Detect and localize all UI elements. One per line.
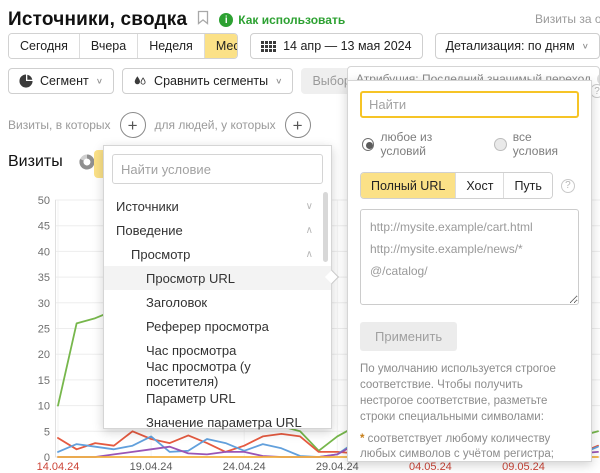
how-to-use-link[interactable]: Как использовать bbox=[238, 13, 345, 27]
symbol-char: * bbox=[360, 433, 364, 445]
svg-text:15: 15 bbox=[38, 375, 50, 387]
condition-item-label: Реферер просмотра bbox=[146, 319, 269, 334]
compare-drops-icon bbox=[133, 75, 147, 88]
svg-text:14.04.24: 14.04.24 bbox=[37, 461, 80, 473]
period-tab-group: СегодняВчераНеделяМесяцКварталГод bbox=[8, 33, 238, 59]
condition-item-label: Источники bbox=[116, 199, 179, 214]
radio-any-label: любое из условий bbox=[380, 130, 476, 158]
svg-text:35: 35 bbox=[38, 272, 50, 284]
radio-all-label: все условия bbox=[513, 130, 577, 158]
metrica-report-page: Источники, сводка i Как использовать Виз… bbox=[0, 0, 600, 473]
url-patterns-textarea[interactable] bbox=[360, 209, 579, 305]
radio-all-conditions[interactable]: все условия bbox=[494, 130, 577, 158]
apply-button[interactable]: Применить bbox=[360, 322, 457, 351]
scrollbar-thumb[interactable] bbox=[323, 192, 328, 262]
svg-text:50: 50 bbox=[38, 195, 50, 207]
url-type-tabs-row: Полный URLХостПуть ? bbox=[360, 172, 579, 199]
condition-item[interactable]: Реферер просмотра bbox=[104, 314, 331, 338]
segment-filter-row: Визиты, в которых + для людей, у которых… bbox=[8, 112, 311, 138]
metric-title: Визиты bbox=[8, 153, 63, 171]
period-tab-4[interactable]: Месяц bbox=[204, 34, 238, 58]
detalization-label: Детализация: по дням bbox=[446, 39, 575, 53]
condition-item-label: Час просмотра (у посетителя) bbox=[146, 359, 307, 389]
condition-item[interactable]: Значение параметра URL bbox=[104, 410, 331, 434]
svg-text:30: 30 bbox=[38, 298, 50, 310]
radio-dot bbox=[494, 138, 506, 151]
svg-text:24.04.24: 24.04.24 bbox=[223, 461, 266, 473]
condition-search-input[interactable] bbox=[112, 154, 323, 184]
url-tab-1[interactable]: Полный URL bbox=[361, 173, 455, 198]
condition-item-label: Просмотр bbox=[131, 247, 190, 262]
condition-item[interactable]: Параметр URL bbox=[104, 386, 331, 410]
visits-condition-label: Визиты, в которых bbox=[8, 118, 111, 132]
match-mode-radios: любое из условий все условия bbox=[362, 130, 577, 158]
chevron-down-icon: ∨ bbox=[582, 42, 589, 51]
condition-item[interactable]: Поведение ∧ bbox=[104, 218, 331, 242]
header: Источники, сводка i Как использовать Виз… bbox=[8, 6, 600, 34]
people-condition-label: для людей, у которых bbox=[155, 118, 276, 132]
bookmark-icon[interactable] bbox=[197, 10, 209, 30]
svg-text:45: 45 bbox=[38, 221, 50, 233]
chevron-up-icon: ∧ bbox=[306, 249, 313, 260]
date-range-button[interactable]: 14 апр — 13 мая 2024 bbox=[250, 33, 422, 59]
pie-chart-icon bbox=[19, 74, 33, 88]
condition-item[interactable]: Просмотр URL bbox=[104, 266, 331, 290]
period-toolbar: СегодняВчераНеделяМесяцКварталГод 14 апр… bbox=[8, 33, 600, 59]
condition-item-label: Просмотр URL bbox=[146, 271, 235, 286]
chevron-up-icon: ∧ bbox=[306, 225, 313, 236]
chevron-down-icon: ∨ bbox=[96, 77, 103, 86]
condition-item[interactable]: Заголовок bbox=[104, 290, 331, 314]
radio-any-condition[interactable]: любое из условий bbox=[362, 130, 476, 158]
loading-donut-icon bbox=[79, 154, 95, 170]
detalization-button[interactable]: Детализация: по дням ∨ bbox=[435, 33, 600, 59]
visits-period-note: Визиты за от bbox=[535, 12, 600, 26]
special-symbols-list: * соответствует любому количеству любых … bbox=[360, 432, 579, 462]
condition-item-label: Заголовок bbox=[146, 295, 207, 310]
condition-item[interactable]: Час просмотра (у посетителя) bbox=[104, 362, 331, 386]
period-tab-1[interactable]: Сегодня bbox=[9, 34, 79, 58]
condition-item-label: Поведение bbox=[116, 223, 183, 238]
url-help-icon[interactable]: ? bbox=[561, 179, 575, 193]
period-tab-3[interactable]: Неделя bbox=[137, 34, 204, 58]
calendar-icon bbox=[261, 41, 276, 52]
condition-dropdown: Источники ∨ Поведение ∧ Просмотр ∧ Просмотр UR… bbox=[103, 145, 332, 429]
page-title: Источники, сводка bbox=[8, 9, 187, 31]
svg-text:29.04.24: 29.04.24 bbox=[316, 461, 359, 473]
svg-text:19.04.24: 19.04.24 bbox=[130, 461, 173, 473]
date-range-label: 14 апр — 13 мая 2024 bbox=[283, 39, 411, 53]
add-visit-condition-button[interactable]: + bbox=[120, 112, 146, 138]
condition-item-label: Параметр URL bbox=[146, 391, 236, 406]
add-people-condition-button[interactable]: + bbox=[285, 112, 311, 138]
strict-match-note: По умолчанию используется строгое соотве… bbox=[360, 362, 579, 425]
url-search-input[interactable] bbox=[360, 91, 579, 118]
svg-text:20: 20 bbox=[38, 349, 50, 361]
compare-segments-label: Сравнить сегменты bbox=[154, 74, 268, 88]
condition-item-label: Час просмотра bbox=[146, 343, 236, 358]
radio-dot bbox=[362, 138, 374, 151]
info-icon: i bbox=[219, 13, 233, 27]
svg-text:40: 40 bbox=[38, 246, 50, 258]
compare-segments-button[interactable]: Сравнить сегменты ∨ bbox=[122, 68, 293, 94]
period-tab-2[interactable]: Вчера bbox=[79, 34, 137, 58]
chevron-down-icon: ∨ bbox=[306, 201, 313, 212]
segment-button[interactable]: Сегмент ∨ bbox=[8, 68, 114, 94]
svg-text:10: 10 bbox=[38, 401, 50, 413]
symbol-rule: * соответствует любому количеству любых … bbox=[360, 432, 579, 462]
url-condition-popup: любое из условий все условия Полный URLХ… bbox=[347, 80, 592, 462]
segment-label: Сегмент bbox=[40, 74, 89, 88]
svg-text:25: 25 bbox=[38, 324, 50, 336]
condition-item[interactable]: Источники ∨ bbox=[104, 194, 331, 218]
url-tab-3[interactable]: Путь bbox=[503, 173, 551, 198]
condition-list: Источники ∨ Поведение ∧ Просмотр ∧ Просмотр UR… bbox=[104, 194, 331, 434]
condition-item[interactable]: Просмотр ∧ bbox=[104, 242, 331, 266]
metric-heading-row: Визиты bbox=[8, 153, 95, 171]
svg-text:04.05.24: 04.05.24 bbox=[409, 461, 452, 473]
condition-item-label: Значение параметра URL bbox=[146, 415, 302, 430]
url-type-tab-group: Полный URLХостПуть bbox=[360, 172, 553, 199]
chevron-down-icon: ∨ bbox=[275, 77, 282, 86]
how-to-use[interactable]: i Как использовать bbox=[219, 13, 345, 27]
svg-text:09.05.24: 09.05.24 bbox=[502, 461, 545, 473]
url-tab-2[interactable]: Хост bbox=[455, 173, 503, 198]
svg-text:5: 5 bbox=[44, 426, 50, 438]
